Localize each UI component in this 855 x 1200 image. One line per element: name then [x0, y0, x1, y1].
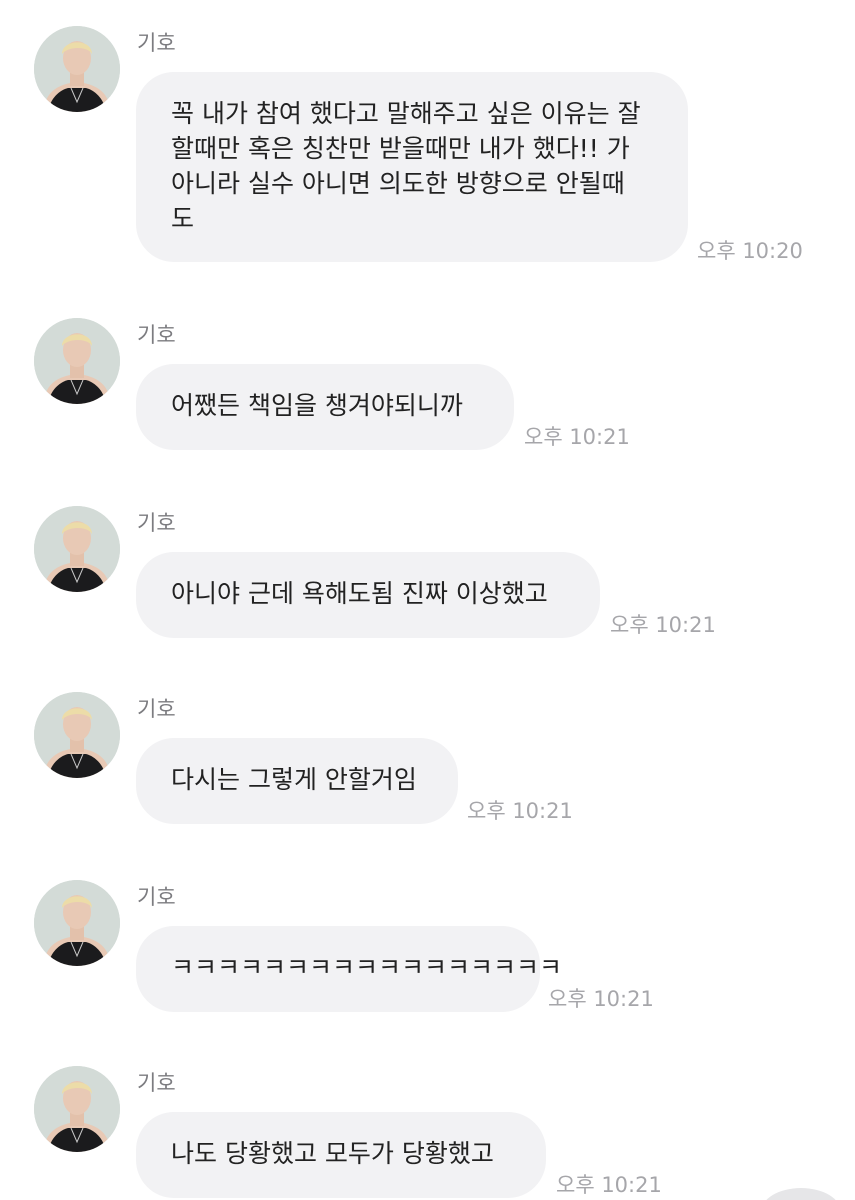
- sender-name: 기호: [137, 31, 176, 55]
- message-bubble[interactable]: ㅋㅋㅋㅋㅋㅋㅋㅋㅋㅋㅋㅋㅋㅋㅋㅋㅋ: [136, 926, 563, 1012]
- sender-avatar[interactable]: [34, 692, 120, 778]
- scroll-to-bottom-button[interactable]: [761, 1188, 841, 1200]
- message-bubble[interactable]: 아니야 근데 욕해도됨 진짜 이상했고: [136, 552, 600, 638]
- sender-avatar[interactable]: [34, 506, 120, 592]
- message-text-line: 나도 당황했고 모두가 당황했고: [171, 1139, 494, 1168]
- message-text-line: 다시는 그렇게 안할거임: [171, 765, 417, 794]
- message-timestamp: 오후 10:21: [467, 799, 573, 823]
- message-bubble[interactable]: 다시는 그렇게 안할거임: [136, 738, 458, 824]
- sender-name: 기호: [137, 885, 176, 909]
- sender-name: 기호: [137, 1071, 176, 1095]
- sender-avatar[interactable]: [34, 880, 120, 966]
- message-timestamp: 오후 10:21: [556, 1173, 662, 1197]
- message-text-line: 할때만 혹은 칭찬만 받을때만 내가 했다!! 가: [171, 134, 630, 163]
- message-timestamp: 오후 10:21: [524, 425, 630, 449]
- chat-message-list[interactable]: 기호 꼭 내가 참여 했다고 말해주고 싶은 이유는 잘 할때만 혹은 칭찬만 …: [0, 0, 855, 1200]
- message-bubble[interactable]: 꼭 내가 참여 했다고 말해주고 싶은 이유는 잘 할때만 혹은 칭찬만 받을때…: [136, 72, 688, 262]
- message-text-line: ㅋㅋㅋㅋㅋㅋㅋㅋㅋㅋㅋㅋㅋㅋㅋㅋㅋ: [171, 953, 563, 982]
- message-timestamp: 오후 10:21: [548, 987, 654, 1011]
- message-timestamp: 오후 10:21: [610, 613, 716, 637]
- message-text-line: 꼭 내가 참여 했다고 말해주고 싶은 이유는 잘: [171, 99, 641, 128]
- message-text-line: 아니라 실수 아니면 의도한 방향으로 안될때: [171, 169, 625, 198]
- sender-avatar[interactable]: [34, 26, 120, 112]
- sender-avatar[interactable]: [34, 318, 120, 404]
- message-bubble[interactable]: 나도 당황했고 모두가 당황했고: [136, 1112, 546, 1198]
- message-text-line: 어쨌든 책임을 챙겨야되니까: [171, 391, 463, 420]
- sender-name: 기호: [137, 323, 176, 347]
- message-timestamp: 오후 10:20: [697, 239, 803, 263]
- message-text-line: 도: [171, 204, 195, 233]
- message-text-line: 아니야 근데 욕해도됨 진짜 이상했고: [171, 579, 548, 608]
- sender-avatar[interactable]: [34, 1066, 120, 1152]
- sender-name: 기호: [137, 511, 176, 535]
- sender-name: 기호: [137, 697, 176, 721]
- message-bubble[interactable]: 어쨌든 책임을 챙겨야되니까: [136, 364, 514, 450]
